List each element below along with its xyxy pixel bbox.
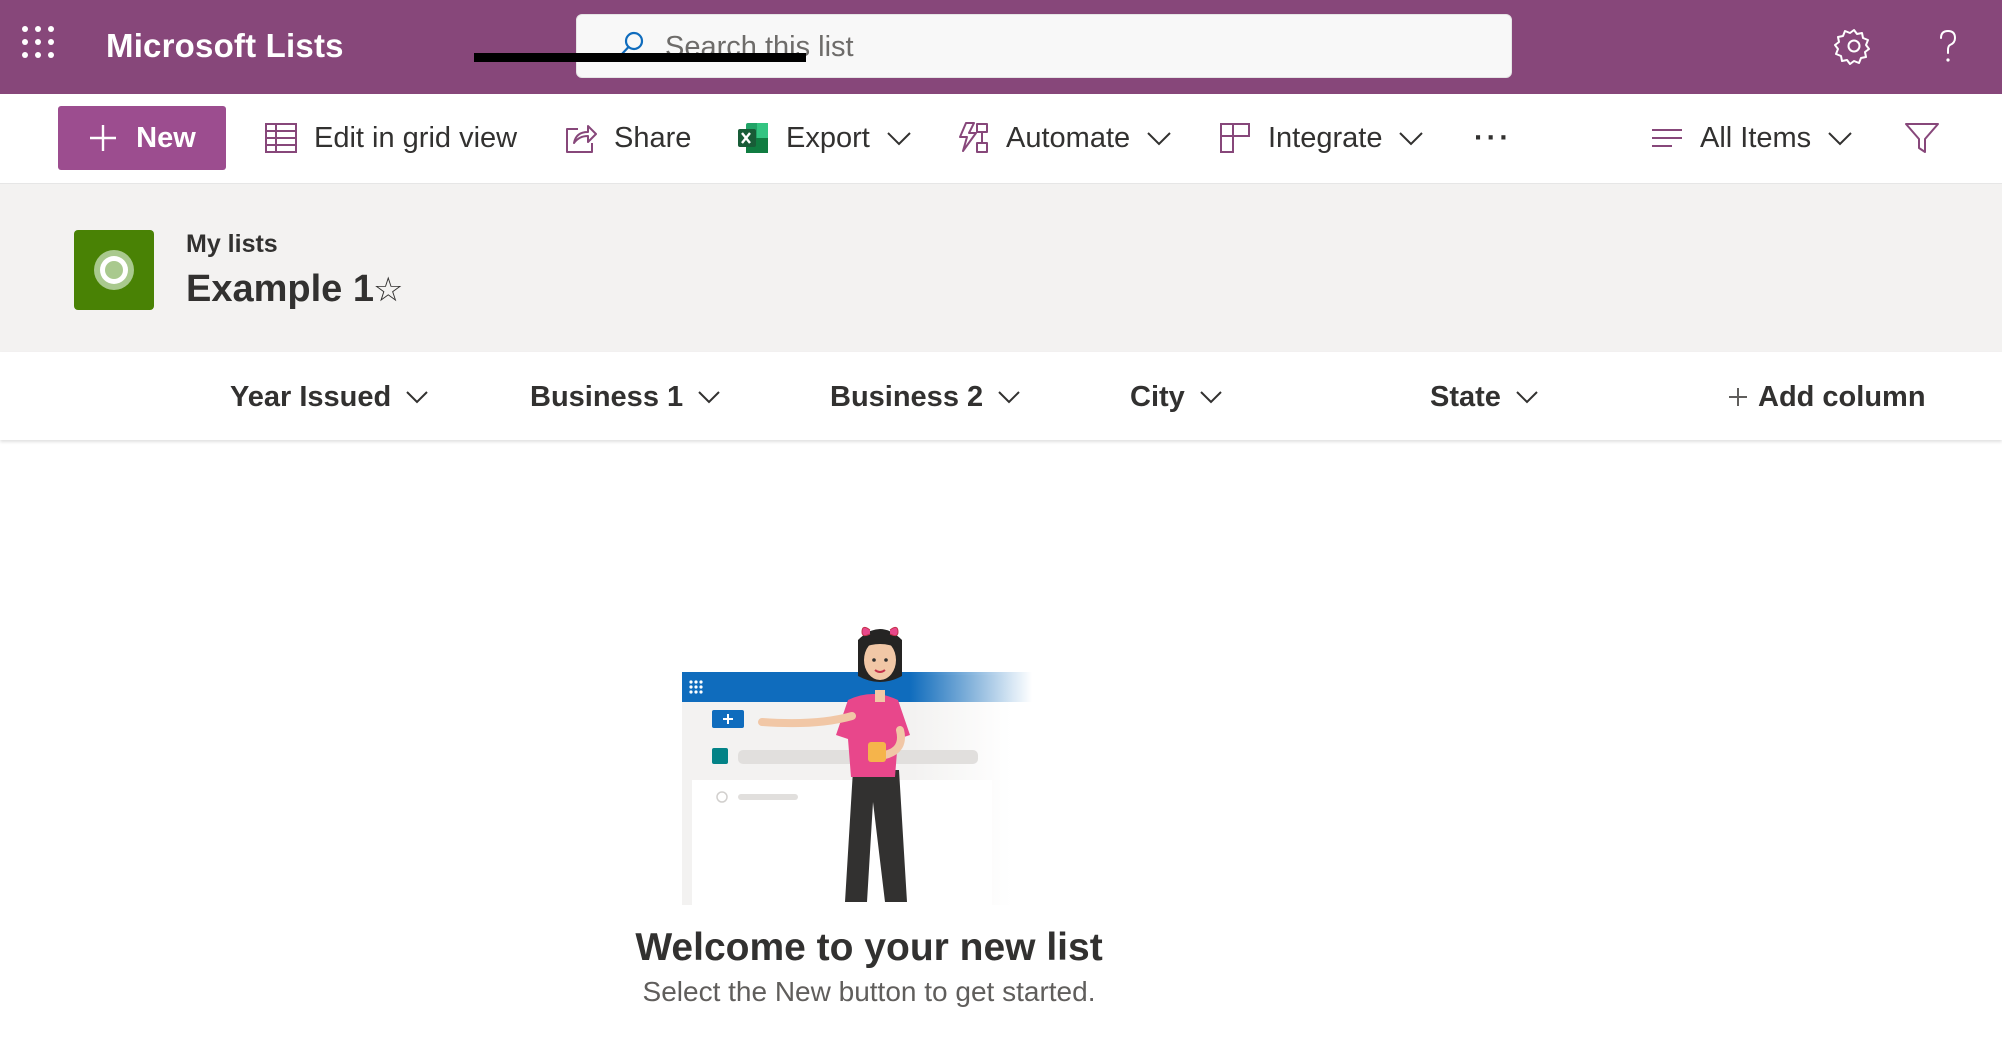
target-icon <box>94 250 134 290</box>
empty-list-illustration <box>682 626 1032 905</box>
integrate-button[interactable]: Integrate <box>1218 112 1424 164</box>
chevron-down-icon <box>1147 132 1171 146</box>
settings-icon[interactable] <box>1834 26 1874 66</box>
redaction-bar <box>474 53 806 62</box>
automate-icon <box>959 122 988 153</box>
add-column-button[interactable]: Add column <box>1728 376 1926 418</box>
search-box[interactable] <box>576 14 1512 78</box>
chevron-down-icon <box>998 391 1020 404</box>
view-selector[interactable]: All Items <box>1650 112 1853 164</box>
excel-icon <box>738 123 768 153</box>
filter-icon <box>1905 123 1939 153</box>
chevron-down-icon <box>698 391 720 404</box>
column-header-row: Year Issued Business 1 Business 2 City S… <box>0 352 2002 440</box>
add-column-label: Add column <box>1758 380 1926 413</box>
app-launcher-waffle-icon[interactable] <box>22 26 62 66</box>
column-header-label: City <box>1130 380 1185 413</box>
view-selector-label: All Items <box>1700 121 1812 154</box>
new-button-label: New <box>136 121 196 154</box>
list-header: My lists Example 1 ☆ <box>0 184 2002 352</box>
more-actions-label: ··· <box>1474 121 1512 154</box>
column-header-label: State <box>1430 380 1501 413</box>
edit-grid-view-button[interactable]: Edit in grid view <box>264 112 517 164</box>
integrate-label: Integrate <box>1268 121 1383 154</box>
chevron-down-icon <box>1516 391 1538 404</box>
column-header-year-issued[interactable]: Year Issued <box>230 376 429 418</box>
breadcrumb[interactable]: My lists <box>186 230 278 259</box>
chevron-down-icon <box>1399 132 1424 146</box>
suite-bar: Microsoft Lists <box>0 0 2002 94</box>
column-header-city[interactable]: City <box>1130 376 1223 418</box>
chevron-down-icon <box>406 391 428 404</box>
new-button[interactable]: New <box>58 106 226 170</box>
integrate-icon <box>1220 123 1250 153</box>
plus-icon <box>1729 388 1747 406</box>
column-header-business-2[interactable]: Business 2 <box>830 376 1021 418</box>
search-input[interactable] <box>665 25 1485 69</box>
chevron-down-icon <box>887 132 911 146</box>
column-header-label: Year Issued <box>230 380 392 413</box>
list-title: Example 1 <box>186 268 374 310</box>
automate-label: Automate <box>1006 121 1131 154</box>
command-bar: New Edit in grid view Share Export Autom… <box>0 94 2002 184</box>
automate-button[interactable]: Automate <box>956 112 1172 164</box>
edit-grid-view-label: Edit in grid view <box>314 121 518 154</box>
export-button[interactable]: Export <box>736 112 912 164</box>
share-label: Share <box>614 121 692 154</box>
share-icon <box>566 125 597 153</box>
column-header-business-1[interactable]: Business 1 <box>530 376 721 418</box>
column-header-state[interactable]: State <box>1430 376 1539 418</box>
column-header-label: Business 2 <box>830 380 984 413</box>
empty-state-subtitle: Select the New button to get started. <box>642 976 1096 1007</box>
grid-icon <box>265 123 297 153</box>
filter-button[interactable] <box>1904 112 1940 164</box>
chevron-down-icon <box>1828 132 1852 146</box>
chevron-down-icon <box>1200 391 1222 404</box>
list-icon <box>74 230 154 310</box>
view-lines-icon <box>1652 129 1682 147</box>
help-icon[interactable] <box>1928 26 1968 66</box>
column-header-label: Business 1 <box>530 380 684 413</box>
share-button[interactable]: Share <box>564 112 691 164</box>
more-actions-button[interactable]: ··· <box>1474 112 1512 164</box>
empty-state-title: Welcome to your new list <box>635 926 1103 969</box>
favorite-star-icon[interactable]: ☆ <box>373 270 403 310</box>
plus-icon <box>90 125 117 151</box>
app-title[interactable]: Microsoft Lists <box>106 27 344 65</box>
export-label: Export <box>786 121 870 154</box>
